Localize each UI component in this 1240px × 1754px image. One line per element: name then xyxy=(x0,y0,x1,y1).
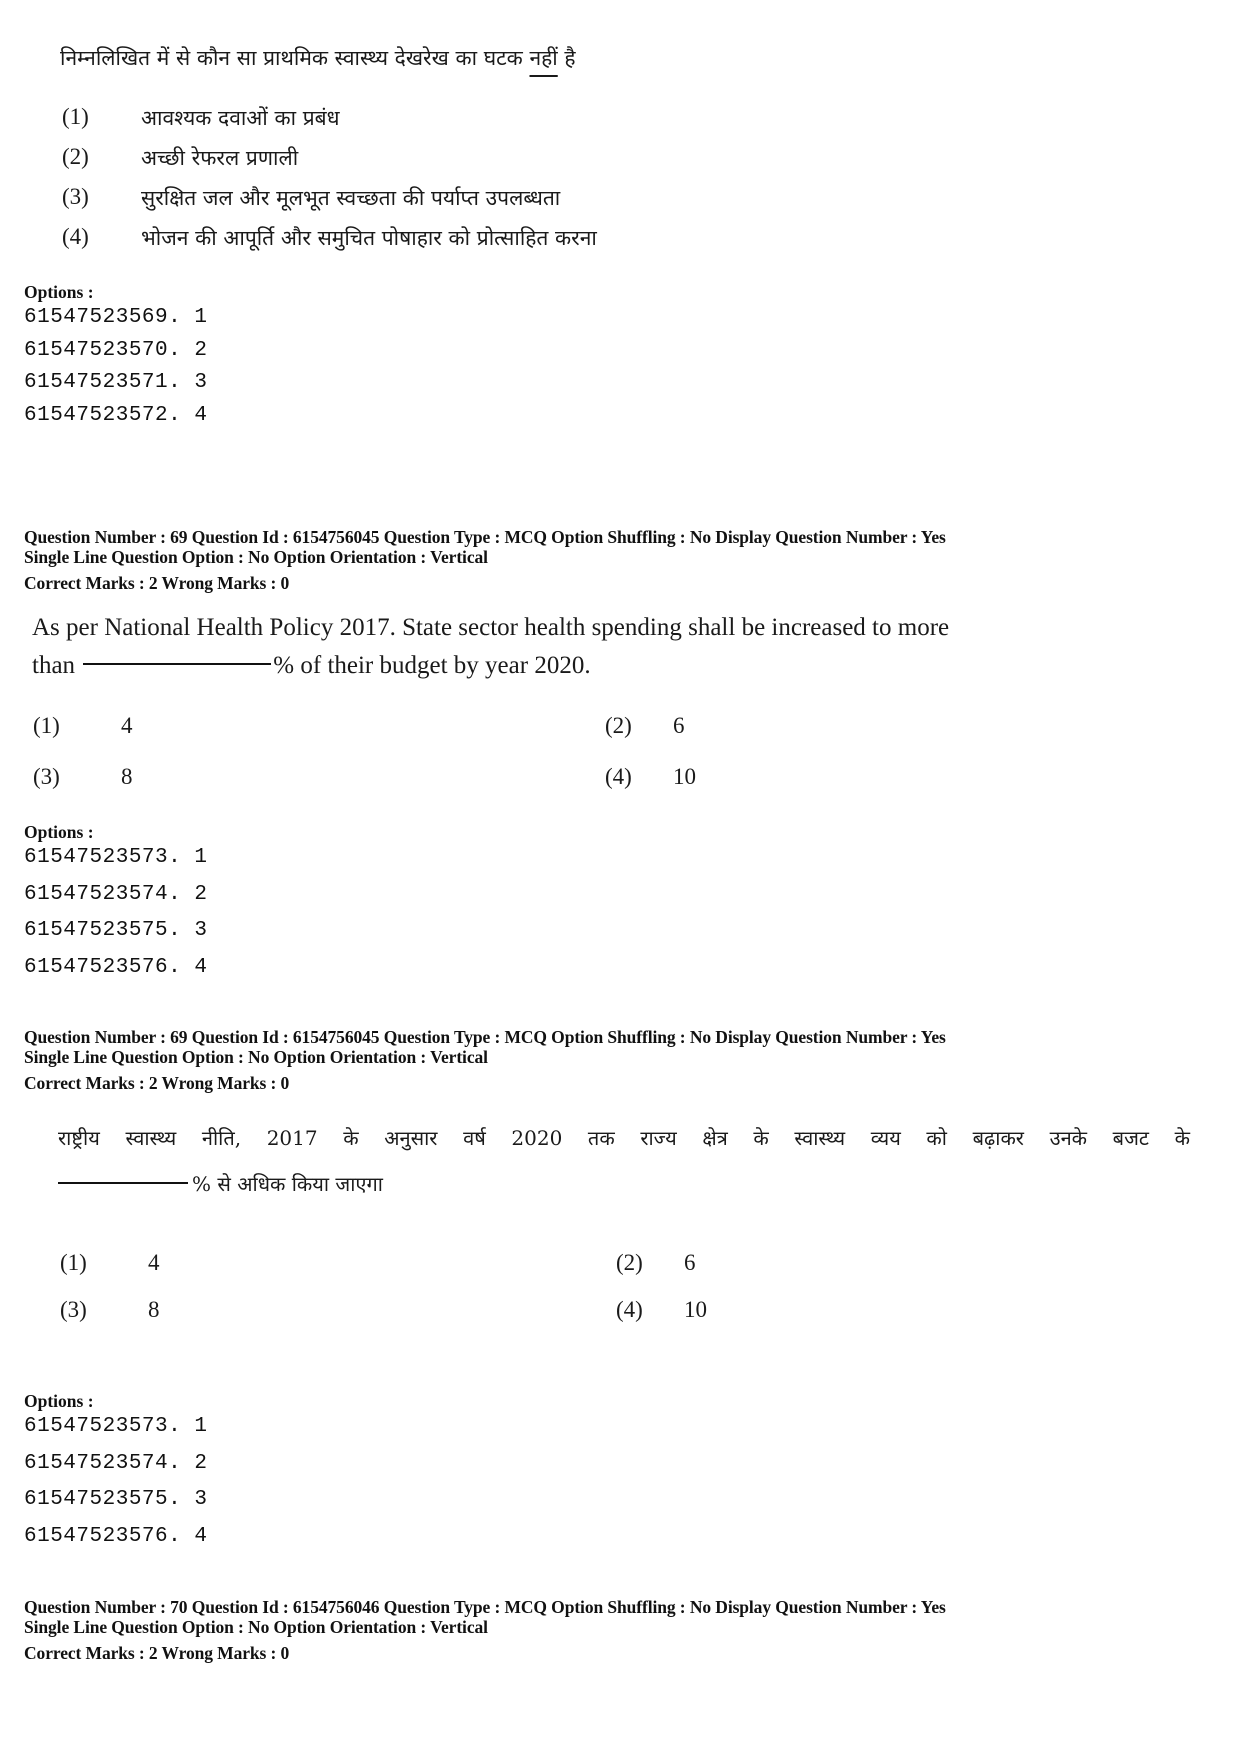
question-meta-line: Single Line Question Option : No Option … xyxy=(24,1047,488,1067)
choice-text: 6 xyxy=(673,713,685,738)
choice-text: 4 xyxy=(121,713,133,738)
choice-text: 10 xyxy=(673,764,696,789)
option-id-list: 61547523573. 1 61547523574. 2 6154752357… xyxy=(24,846,207,992)
question-meta: Question Number : 69 Question Id : 61547… xyxy=(24,527,946,593)
question-text-line: As per National Health Policy 2017. Stat… xyxy=(32,614,950,641)
question-text-hindi-line2: % से अधिक किया जाएगा xyxy=(58,1170,383,1197)
question-text-prefix: निम्नलिखित में से कौन सा प्राथमिक स्वास्… xyxy=(60,46,530,70)
marks-line: Correct Marks : 2 Wrong Marks : 0 xyxy=(24,1643,290,1663)
choice-item: (3) सुरक्षित जल और मूलभूत स्वच्छता की पर… xyxy=(62,182,862,222)
choice-number: (1) xyxy=(60,1250,87,1275)
choice-grid: (1) 4 (2) 6 (3) 8 (4) 10 xyxy=(33,713,753,813)
option-id: 61547523571. 3 xyxy=(24,371,208,394)
question-meta-line: Single Line Question Option : No Option … xyxy=(24,547,488,567)
option-id: 61547523573. 1 xyxy=(24,1415,208,1438)
question-text-emphasis: नहीं xyxy=(529,46,558,70)
choice-text: आवश्यक दवाओं का प्रबंध xyxy=(141,106,340,130)
question-meta: Question Number : 69 Question Id : 61547… xyxy=(24,1027,946,1093)
question-meta: Question Number : 70 Question Id : 61547… xyxy=(24,1597,946,1663)
choice-number: (3) xyxy=(60,1297,87,1322)
choice-text: 8 xyxy=(148,1297,160,1322)
option-id: 61547523572. 4 xyxy=(24,403,208,427)
choice-item: (1) आवश्यक दवाओं का प्रबंध xyxy=(62,102,862,142)
fill-blank xyxy=(83,663,272,666)
marks-line: Correct Marks : 2 Wrong Marks : 0 xyxy=(24,573,290,593)
fill-blank xyxy=(58,1181,188,1184)
question-meta-line: Question Number : 69 Question Id : 61547… xyxy=(24,527,946,547)
choice-text: अच्छी रेफरल प्रणाली xyxy=(141,146,299,170)
choice-text: 4 xyxy=(148,1250,160,1275)
choice-number: (4) xyxy=(616,1297,643,1322)
marks-line: Correct Marks : 2 Wrong Marks : 0 xyxy=(24,1073,290,1093)
options-label: Options : xyxy=(24,282,94,302)
option-id: 61547523574. 2 xyxy=(24,882,208,906)
choice-number: (1) xyxy=(62,104,89,129)
choice-number: (3) xyxy=(62,184,89,209)
choice-number: (2) xyxy=(605,713,632,738)
choice-number: (4) xyxy=(62,224,89,249)
options-label: Options : xyxy=(24,822,94,842)
choice-number: (3) xyxy=(33,764,60,789)
question-text-suffix: है xyxy=(557,46,576,70)
choice-grid: (1) 4 (2) 6 (3) 8 (4) 10 xyxy=(60,1250,780,1350)
question-text-line: % से अधिक किया जाएगा xyxy=(192,1172,383,1196)
choice-number: (4) xyxy=(605,764,632,789)
question-text-line: than xyxy=(32,652,76,679)
options-label: Options : xyxy=(24,1391,94,1411)
option-id: 61547523575. 3 xyxy=(24,1488,208,1511)
question-text-hindi: निम्नलिखित में से कौन सा प्राथमिक स्वास्… xyxy=(60,44,576,72)
question-text-hindi: राष्ट्रीय स्वास्थ्य नीति, 2017 के अनुसार… xyxy=(58,1126,1190,1150)
choice-text: 8 xyxy=(121,764,133,789)
choice-number: (2) xyxy=(616,1250,643,1275)
choice-number: (2) xyxy=(62,144,89,169)
choice-text: 6 xyxy=(684,1250,696,1275)
choice-item: (2) अच्छी रेफरल प्रणाली xyxy=(62,142,862,182)
choice-text: सुरक्षित जल और मूलभूत स्वच्छता की पर्याप… xyxy=(141,186,561,210)
option-id: 61547523570. 2 xyxy=(24,338,208,362)
question-text-line: % of their budget by year 2020. xyxy=(273,652,591,679)
option-id: 61547523575. 3 xyxy=(24,919,208,942)
choice-number: (1) xyxy=(33,713,60,738)
option-id-list: 61547523569. 1 61547523570. 2 6154752357… xyxy=(24,306,207,436)
option-id: 61547523576. 4 xyxy=(24,1524,208,1548)
question-meta-line: Single Line Question Option : No Option … xyxy=(24,1617,488,1637)
option-id-list: 61547523573. 1 61547523574. 2 6154752357… xyxy=(24,1415,207,1561)
option-id: 61547523576. 4 xyxy=(24,955,208,979)
choice-text: 10 xyxy=(684,1297,707,1322)
option-id: 61547523569. 1 xyxy=(24,306,208,329)
choice-item: (4) भोजन की आपूर्ति और समुचित पोषाहार को… xyxy=(62,222,862,262)
choice-list: (1) आवश्यक दवाओं का प्रबंध (2) अच्छी रेफ… xyxy=(62,102,862,262)
question-meta-line: Question Number : 70 Question Id : 61547… xyxy=(24,1597,946,1617)
question-text-english: As per National Health Policy 2017. Stat… xyxy=(32,609,949,685)
choice-text: भोजन की आपूर्ति और समुचित पोषाहार को प्र… xyxy=(141,226,597,250)
option-id: 61547523574. 2 xyxy=(24,1451,208,1475)
option-id: 61547523573. 1 xyxy=(24,846,208,869)
question-meta-line: Question Number : 69 Question Id : 61547… xyxy=(24,1027,946,1047)
